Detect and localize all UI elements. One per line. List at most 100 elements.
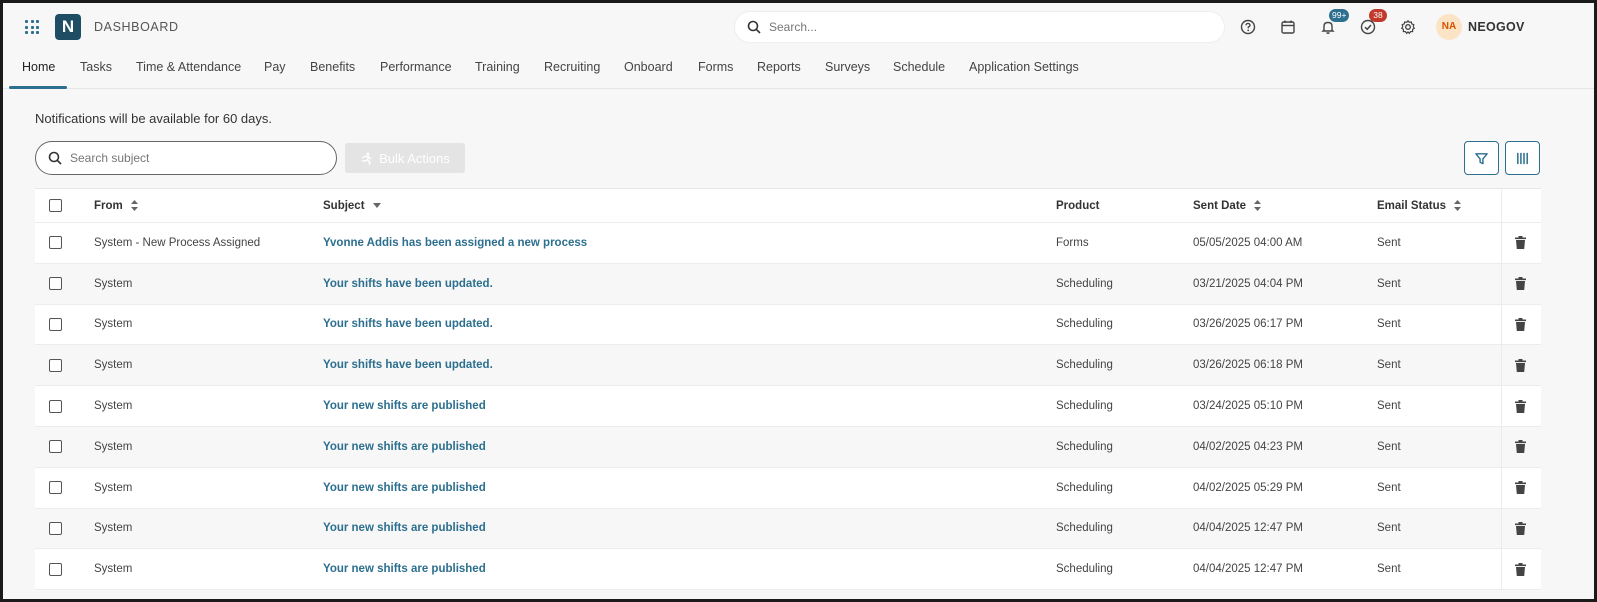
notifications-table: From Subject Product Sent Date Email Sta… — [35, 188, 1541, 591]
user-name[interactable]: NEOGOV — [1468, 20, 1525, 34]
row-checkbox[interactable] — [49, 399, 62, 413]
cell-product: Scheduling — [1056, 563, 1113, 576]
global-search-input[interactable] — [769, 20, 1189, 34]
cell-sent-date: 03/26/2025 06:18 PM — [1193, 359, 1303, 372]
cell-sent-date: 04/04/2025 12:47 PM — [1193, 522, 1303, 535]
cell-email-status: Sent — [1377, 400, 1401, 413]
cell-email-status: Sent — [1377, 563, 1401, 576]
main-nav: Home Tasks Time & Attendance Pay Benefit… — [3, 51, 1594, 89]
tab-forms[interactable]: Forms — [698, 60, 733, 74]
sort-icon — [1254, 200, 1262, 211]
tab-onboard[interactable]: Onboard — [624, 60, 673, 74]
cell-subject-link[interactable]: Yvonne Addis has been assigned a new pro… — [323, 223, 587, 263]
delete-icon[interactable] — [1515, 468, 1526, 508]
tab-home[interactable]: Home — [22, 60, 55, 74]
cell-email-status: Sent — [1377, 277, 1401, 290]
tab-schedule[interactable]: Schedule — [893, 60, 945, 74]
tab-training[interactable]: Training — [475, 60, 520, 74]
table-row: System Your new shifts are published Sch… — [35, 508, 1541, 550]
tab-application-settings[interactable]: Application Settings — [969, 60, 1079, 74]
cell-from: System — [94, 318, 133, 331]
sort-icon — [1454, 200, 1462, 211]
row-checkbox[interactable] — [49, 440, 62, 454]
app-window: N DASHBOARD 99+ 38 NA NEOGOV Home Tasks … — [3, 3, 1594, 599]
cell-email-status: Sent — [1377, 481, 1401, 494]
cell-subject-link[interactable]: Your shifts have been updated. — [323, 305, 493, 345]
cell-from: System — [94, 277, 133, 290]
delete-icon[interactable] — [1515, 509, 1526, 549]
column-header-sent-date[interactable]: Sent Date — [1193, 189, 1262, 222]
row-checkbox[interactable] — [49, 277, 62, 291]
delete-icon[interactable] — [1515, 305, 1526, 345]
app-title: DASHBOARD — [94, 20, 179, 34]
subject-search-box[interactable] — [35, 141, 337, 175]
neogov-logo[interactable]: N — [55, 14, 81, 40]
select-all-checkbox[interactable] — [49, 199, 62, 212]
cell-from: System — [94, 359, 133, 372]
cell-email-status: Sent — [1377, 236, 1401, 249]
calendar-icon[interactable] — [1277, 16, 1299, 38]
app-grid-icon[interactable] — [25, 20, 39, 34]
cell-product: Scheduling — [1056, 277, 1113, 290]
table-row: System Your new shifts are published Sch… — [35, 426, 1541, 468]
tab-surveys[interactable]: Surveys — [825, 60, 870, 74]
subject-search-input[interactable] — [70, 151, 310, 165]
table-header-row: From Subject Product Sent Date Email Sta… — [35, 189, 1541, 223]
table-row: System Your shifts have been updated. Sc… — [35, 345, 1541, 387]
column-header-email-status[interactable]: Email Status — [1377, 189, 1462, 222]
cell-email-status: Sent — [1377, 522, 1401, 535]
filter-button[interactable] — [1464, 141, 1499, 175]
cell-product: Scheduling — [1056, 318, 1113, 331]
cell-subject-link[interactable]: Your new shifts are published — [323, 549, 486, 589]
row-checkbox[interactable] — [49, 358, 62, 372]
global-search-box[interactable] — [734, 11, 1225, 43]
cell-subject-link[interactable]: Your new shifts are published — [323, 468, 486, 508]
cell-subject-link[interactable]: Your new shifts are published — [323, 386, 486, 426]
cell-subject-link[interactable]: Your new shifts are published — [323, 427, 486, 467]
cell-subject-link[interactable]: Your shifts have been updated. — [323, 264, 493, 304]
cell-product: Scheduling — [1056, 522, 1113, 535]
cell-product: Scheduling — [1056, 440, 1113, 453]
tab-benefits[interactable]: Benefits — [310, 60, 355, 74]
cell-subject-link[interactable]: Your new shifts are published — [323, 509, 486, 549]
help-icon[interactable] — [1237, 16, 1259, 38]
delete-icon[interactable] — [1515, 549, 1526, 589]
column-header-product: Product — [1056, 199, 1100, 212]
tab-performance[interactable]: Performance — [380, 60, 452, 74]
row-checkbox[interactable] — [49, 317, 62, 331]
tasks-check-icon[interactable]: 38 — [1357, 9, 1387, 38]
table-row: System Your new shifts are published Sch… — [35, 386, 1541, 427]
column-header-subject[interactable]: Subject — [323, 189, 381, 222]
cell-subject-link[interactable]: Your shifts have been updated. — [323, 345, 493, 385]
column-header-from[interactable]: From — [94, 189, 138, 222]
row-checkbox[interactable] — [49, 521, 62, 535]
row-checkbox[interactable] — [49, 236, 62, 250]
delete-icon[interactable] — [1515, 386, 1526, 426]
column-label-from: From — [94, 199, 123, 212]
delete-icon[interactable] — [1515, 264, 1526, 304]
bulk-actions-button[interactable]: Bulk Actions — [345, 143, 465, 173]
row-checkbox[interactable] — [49, 562, 62, 576]
tasks-badge: 38 — [1369, 9, 1387, 22]
table-row: System Your shifts have been updated. Sc… — [35, 304, 1541, 346]
cell-product: Scheduling — [1056, 400, 1113, 413]
delete-icon[interactable] — [1515, 345, 1526, 385]
columns-button[interactable] — [1505, 141, 1540, 175]
notifications-bell-icon[interactable]: 99+ — [1317, 9, 1350, 38]
tab-reports[interactable]: Reports — [757, 60, 801, 74]
settings-gear-icon[interactable] — [1397, 16, 1419, 38]
delete-icon[interactable] — [1515, 427, 1526, 467]
columns-icon — [1517, 152, 1528, 164]
cell-email-status: Sent — [1377, 359, 1401, 372]
sort-icon — [130, 200, 138, 211]
tab-time-attendance[interactable]: Time & Attendance — [136, 60, 241, 74]
tab-tasks[interactable]: Tasks — [80, 60, 112, 74]
cell-sent-date: 04/04/2025 12:47 PM — [1193, 563, 1303, 576]
tab-recruiting[interactable]: Recruiting — [544, 60, 600, 74]
row-checkbox[interactable] — [49, 481, 62, 495]
search-icon — [747, 20, 761, 34]
table-row: System - New Process Assigned Yvonne Add… — [35, 223, 1541, 264]
tab-pay[interactable]: Pay — [264, 60, 286, 74]
user-avatar[interactable]: NA — [1436, 14, 1462, 40]
delete-icon[interactable] — [1515, 223, 1526, 263]
